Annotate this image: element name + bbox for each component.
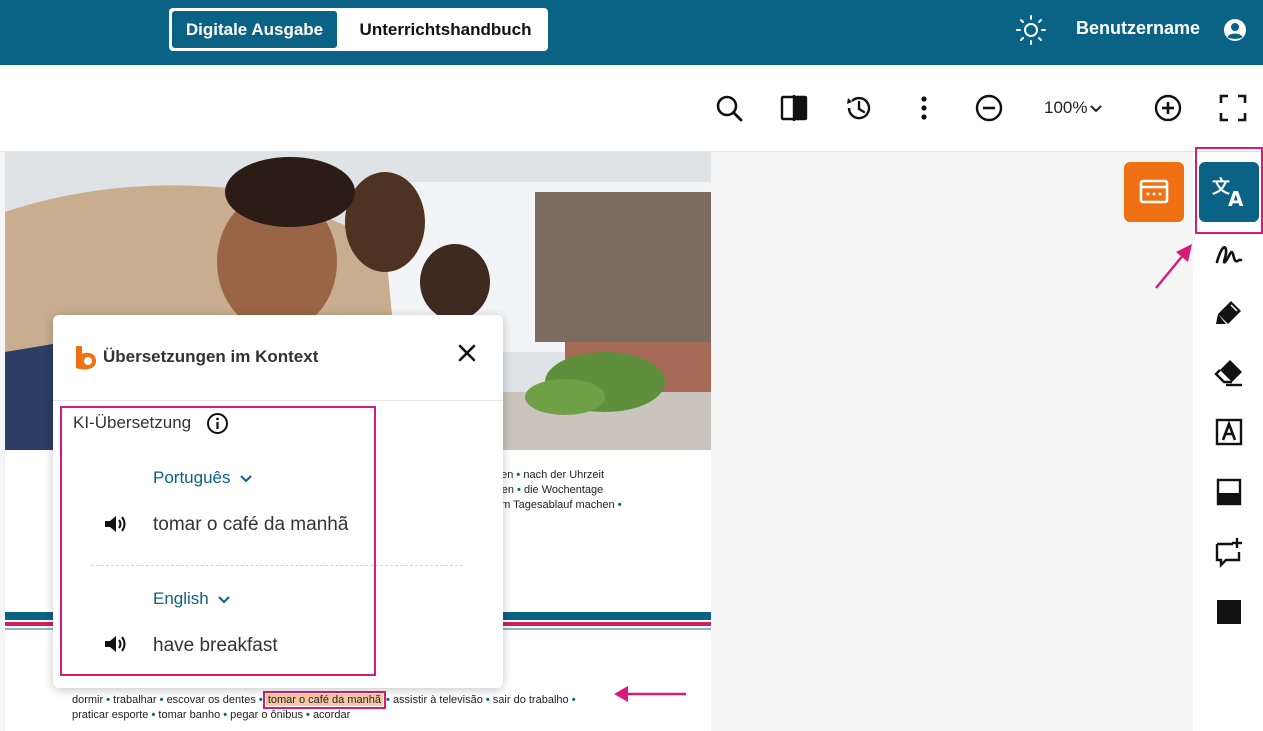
close-icon[interactable] <box>454 340 480 366</box>
zoom-out-icon[interactable] <box>973 92 1005 124</box>
add-comment-icon[interactable] <box>1213 536 1245 568</box>
edition-tab-switch: Digitale Ausgabe Unterrichtshandbuch <box>169 8 548 51</box>
annotation-arrow-up <box>1155 244 1192 289</box>
history-icon[interactable] <box>843 92 875 124</box>
top-header: Digitale Ausgabe Unterrichtshandbuch Ben… <box>0 0 1263 65</box>
keyboard-icon <box>1139 179 1169 204</box>
black-square-icon[interactable] <box>1213 596 1245 628</box>
annotation-frame-translate <box>1195 147 1263 234</box>
bookmark-icon[interactable] <box>1213 476 1245 508</box>
fullscreen-icon[interactable] <box>1217 92 1249 124</box>
brand-logo-icon <box>76 346 96 370</box>
zoom-level-value: 100% <box>1044 98 1088 117</box>
annotation-frame-popup <box>60 406 376 676</box>
keyboard-button[interactable] <box>1124 162 1184 222</box>
viewer-toolbar: 100% <box>0 65 1263 152</box>
book-view-icon[interactable] <box>778 92 810 124</box>
chevron-down-icon <box>1090 104 1103 112</box>
popup-divider <box>53 400 503 401</box>
zoom-in-icon[interactable] <box>1152 92 1184 124</box>
highlighted-phrase[interactable]: tomar o café da manhã <box>262 691 386 709</box>
tab-digitale-ausgabe[interactable]: Digitale Ausgabe <box>172 11 337 48</box>
user-circle-icon[interactable] <box>1223 18 1247 42</box>
eraser-icon[interactable] <box>1213 356 1245 388</box>
freehand-pen-icon[interactable] <box>1213 238 1245 270</box>
zoom-level-select[interactable]: 100% <box>1044 98 1103 118</box>
tab-unterrichtshandbuch[interactable]: Unterrichtshandbuch <box>347 11 544 48</box>
username-label[interactable]: Benutzername <box>1076 18 1200 39</box>
more-vertical-icon[interactable] <box>908 92 940 124</box>
text-box-icon[interactable] <box>1213 416 1245 448</box>
vocab-list-top: ben • nach der Uhrzeit rten • die Wochen… <box>495 469 622 511</box>
popup-title: Übersetzungen im Kontext <box>103 347 319 366</box>
vocab-list-bottom: dormir • trabalhar • escovar os dentes •… <box>72 691 576 721</box>
search-icon[interactable] <box>713 92 745 124</box>
sun-icon[interactable] <box>1015 14 1047 46</box>
highlighter-icon[interactable] <box>1213 297 1245 329</box>
annotation-arrow-left <box>614 686 686 702</box>
